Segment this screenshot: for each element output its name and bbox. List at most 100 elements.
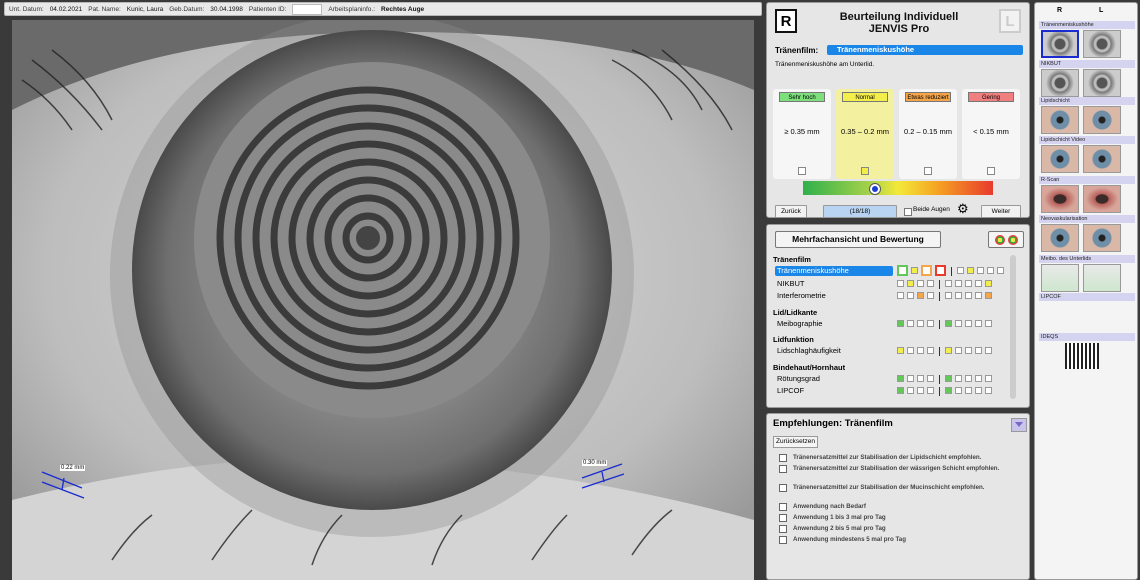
thumbnail-left-eye[interactable] [1083, 264, 1121, 292]
recommendation-item[interactable]: Tränenersatzmittel zur Stabilisation der… [779, 465, 1019, 473]
grade-checkbox[interactable] [987, 167, 995, 175]
grade-cell[interactable] [917, 319, 924, 327]
thumbnail-right-eye[interactable] [1041, 106, 1079, 134]
grade-cell[interactable] [957, 267, 964, 274]
grade-cell[interactable] [985, 279, 992, 287]
eye-separator[interactable] [939, 292, 940, 301]
left-eye-toggle[interactable]: L [999, 9, 1021, 33]
grade-cell[interactable] [907, 319, 914, 327]
thumbnail-right-eye[interactable] [1041, 185, 1079, 213]
recommendation-checkbox[interactable] [779, 454, 787, 462]
thumbnail-group-label[interactable]: Meibo. des Unterlids [1039, 255, 1135, 263]
grade-cell[interactable] [897, 374, 904, 382]
grade-cell[interactable] [907, 374, 914, 382]
grade-cell[interactable] [985, 347, 992, 354]
list-item[interactable]: LIPCOF [775, 386, 893, 396]
grade-gering[interactable]: Gering < 0.15 mm [962, 89, 1020, 179]
grade-cell[interactable] [911, 267, 918, 274]
thumbnail-right-eye[interactable] [1041, 224, 1079, 252]
eye-separator[interactable] [939, 319, 940, 329]
thumbnail-right-eye[interactable] [1041, 145, 1079, 173]
list-item[interactable]: Interferometrie [775, 291, 893, 301]
grade-cell[interactable] [955, 387, 962, 394]
reset-button[interactable]: Zurücksetzen [773, 436, 819, 448]
recommendation-item[interactable]: Anwendung 2 bis 5 mal pro Tag [779, 525, 1019, 533]
grading-icons-button[interactable] [988, 231, 1024, 248]
grade-cell[interactable] [985, 292, 992, 299]
grade-cell[interactable] [985, 387, 992, 394]
recommendation-checkbox[interactable] [779, 503, 787, 511]
grade-cell[interactable] [975, 319, 982, 327]
list-item[interactable]: Tränenmeniskushöhe [775, 266, 893, 276]
grade-cell[interactable] [897, 387, 904, 394]
grade-cell[interactable] [965, 319, 972, 327]
patient-id-field[interactable] [292, 3, 323, 15]
thumbnail-group-label[interactable]: Tränenmeniskushöhe [1039, 21, 1135, 29]
thumbnail-left-eye[interactable] [1083, 145, 1121, 173]
grade-cell[interactable] [927, 387, 934, 394]
thumbnail-left-eye[interactable] [1083, 69, 1121, 97]
recommendation-item[interactable]: Anwendung 1 bis 3 mal pro Tag [779, 514, 1019, 522]
grade-cell[interactable] [927, 279, 934, 287]
grade-cell[interactable] [945, 387, 952, 394]
grade-cell[interactable] [965, 279, 972, 287]
thumbnail-group-label[interactable]: Lipidschicht Video [1039, 136, 1135, 144]
grade-cell[interactable] [985, 374, 992, 382]
recommendation-checkbox[interactable] [779, 514, 787, 522]
thumbnail-group-label[interactable]: LIPCOF [1039, 293, 1135, 301]
grade-cell[interactable] [917, 347, 924, 354]
grade-cell[interactable] [967, 267, 974, 274]
both-eyes-checkbox[interactable] [904, 208, 912, 216]
grade-cell[interactable] [997, 267, 1004, 274]
eye-image-view[interactable]: 0.22 mm 0.30 mm [12, 20, 754, 580]
grade-cell[interactable] [897, 292, 904, 299]
grade-cell[interactable] [917, 374, 924, 382]
recommendations-dropdown-icon[interactable] [1011, 418, 1027, 432]
grade-checkbox[interactable] [861, 167, 869, 175]
thumbnail-left-eye[interactable] [1083, 224, 1121, 252]
grade-cell[interactable] [945, 374, 952, 382]
thumbnail-left-eye[interactable] [1083, 30, 1121, 58]
grade-checkbox[interactable] [798, 167, 806, 175]
back-button[interactable]: Zurück [775, 205, 807, 218]
eye-separator[interactable] [939, 347, 940, 356]
grade-cell[interactable] [955, 374, 962, 382]
grade-cell[interactable] [917, 279, 924, 287]
qr-code-icon[interactable] [1065, 343, 1099, 369]
grade-cell[interactable] [977, 267, 984, 274]
thumbnail-group-label[interactable]: IDEQS [1039, 333, 1135, 341]
grade-cell[interactable] [975, 347, 982, 354]
grade-cell[interactable] [975, 374, 982, 382]
grade-cell[interactable] [955, 292, 962, 299]
thumbnail-group-label[interactable]: Lipidschicht [1039, 97, 1135, 105]
grade-cell[interactable] [975, 292, 982, 299]
multiview-scrollbar[interactable] [1010, 255, 1016, 399]
grade-checkbox[interactable] [924, 167, 932, 175]
eye-separator[interactable] [939, 279, 940, 289]
grade-cell[interactable] [965, 292, 972, 299]
grade-cell[interactable] [907, 347, 914, 354]
grade-scale[interactable] [803, 181, 993, 195]
grade-cell[interactable] [965, 374, 972, 382]
grade-cell[interactable] [975, 387, 982, 394]
thumbnail-right-eye[interactable] [1041, 69, 1079, 97]
grade-sehr-hoch[interactable]: Sehr hoch ≥ 0.35 mm [773, 89, 831, 179]
recommendation-item[interactable]: Tränenersatzmittel zur Stabilisation der… [779, 454, 1019, 462]
grade-cell[interactable] [955, 279, 962, 287]
list-item[interactable]: Meibographie [775, 319, 893, 329]
thumbnail-group-label[interactable]: NIKBUT [1039, 60, 1135, 68]
grade-cell[interactable] [907, 292, 914, 299]
grade-cell[interactable] [945, 319, 952, 327]
grade-cell[interactable] [955, 319, 962, 327]
grade-cell[interactable] [987, 267, 994, 274]
thumbnail-group-label[interactable]: R-Scan [1039, 176, 1135, 184]
grade-cell[interactable] [965, 387, 972, 394]
list-item[interactable]: NIKBUT [775, 279, 893, 289]
eye-separator[interactable] [951, 267, 952, 276]
grade-cell[interactable] [927, 374, 934, 382]
grade-cell[interactable] [935, 265, 946, 276]
grade-cell[interactable] [927, 292, 934, 299]
recommendation-item[interactable]: Anwendung mindestens 5 mal pro Tag [779, 536, 1019, 544]
eye-separator[interactable] [939, 387, 940, 396]
thumbnail-left-eye[interactable] [1083, 185, 1121, 213]
